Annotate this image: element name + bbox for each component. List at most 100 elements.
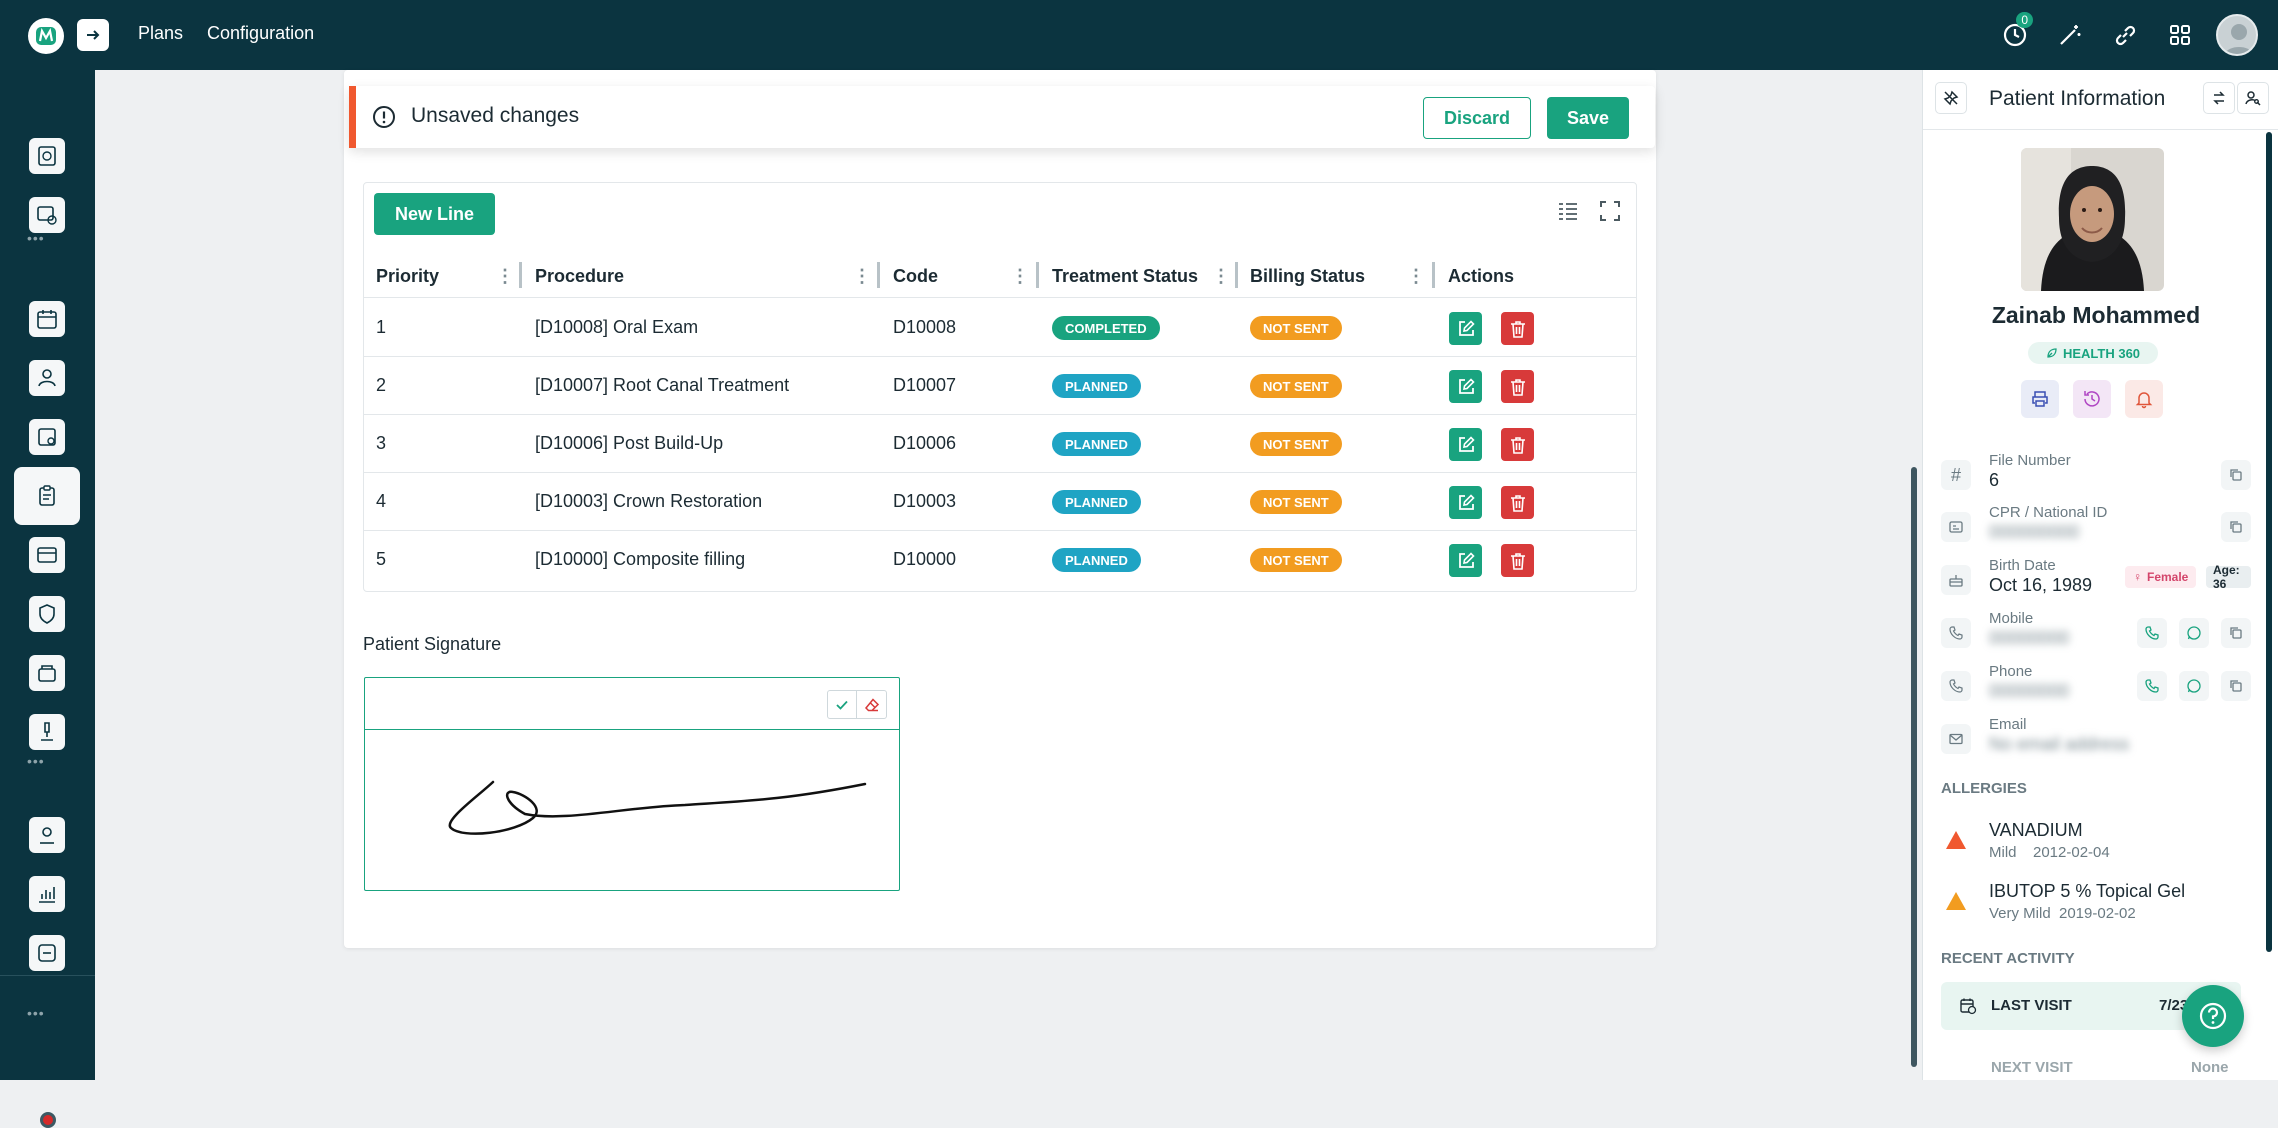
col-treatment-menu-icon[interactable]: ⋮: [1212, 266, 1230, 287]
sidebar-icon-2: [29, 197, 65, 233]
user-avatar[interactable]: [2216, 14, 2258, 56]
col-code[interactable]: Code: [893, 266, 938, 287]
birth-date-label: Birth Date: [1989, 557, 2056, 574]
nav-configuration[interactable]: Configuration: [207, 23, 314, 44]
treatment-status-badge: PLANNED: [1052, 432, 1141, 456]
switch-patient-button[interactable]: [2203, 82, 2235, 114]
call-phone-button[interactable]: [2137, 671, 2167, 701]
panel-scrollbar[interactable]: [2266, 132, 2272, 952]
panel-header: Patient Information: [1923, 70, 2278, 130]
next-visit-card[interactable]: NEXT VISIT None: [1941, 1045, 2241, 1075]
sidebar-item-4[interactable]: [14, 349, 80, 407]
history-button[interactable]: 0: [1996, 12, 2033, 58]
delete-button[interactable]: [1501, 370, 1534, 403]
col-billing-menu-icon[interactable]: ⋮: [1407, 266, 1425, 287]
save-button[interactable]: Save: [1547, 97, 1629, 139]
health-360-badge[interactable]: HEALTH 360: [2028, 342, 2158, 364]
sidebar-icon-1: [29, 138, 65, 174]
app-logo[interactable]: [28, 18, 64, 54]
female-icon: ♀: [2133, 570, 2142, 584]
top-bar: Plans Configuration 0: [0, 0, 2278, 70]
copy-icon: [2230, 680, 2242, 692]
edit-button[interactable]: [1449, 428, 1482, 461]
delete-button[interactable]: [1501, 544, 1534, 577]
sidebar-item-reports[interactable]: [14, 865, 80, 923]
edit-button[interactable]: [1449, 370, 1482, 403]
col-resize-handle[interactable]: [1235, 262, 1238, 288]
alert-button[interactable]: [2125, 380, 2163, 418]
sidebar-item-calendar[interactable]: [14, 290, 80, 348]
sidebar-group-divider: •••: [27, 230, 45, 246]
treatment-status-badge: PLANNED: [1052, 548, 1141, 572]
sidebar-item-10[interactable]: [14, 703, 80, 761]
microscope-icon: [29, 714, 65, 750]
signature-buttons: [827, 690, 887, 719]
col-resize-handle[interactable]: [519, 262, 522, 288]
col-priority-menu-icon[interactable]: ⋮: [496, 266, 514, 287]
col-billing-status[interactable]: Billing Status: [1250, 266, 1365, 287]
col-resize-handle[interactable]: [877, 262, 880, 288]
table-row: 3 [D10006] Post Build-Up D10006 PLANNED …: [364, 415, 1636, 473]
call-mobile-button[interactable]: [2137, 618, 2167, 648]
edit-button[interactable]: [1449, 312, 1482, 345]
link-button[interactable]: [2106, 12, 2143, 58]
sidebar-item-treatment-plans[interactable]: [14, 467, 80, 525]
sidebar-item-9[interactable]: [14, 644, 80, 702]
copy-file-number-button[interactable]: [2221, 460, 2251, 490]
apps-button[interactable]: [2161, 12, 2198, 58]
print-button[interactable]: [2021, 380, 2059, 418]
col-code-menu-icon[interactable]: ⋮: [1011, 266, 1029, 287]
trash-icon: [1510, 436, 1525, 454]
col-priority[interactable]: Priority: [376, 266, 439, 287]
cell-code: D10006: [893, 433, 957, 453]
copy-phone-button[interactable]: [2221, 671, 2251, 701]
trash-icon: [1510, 552, 1525, 570]
discard-button[interactable]: Discard: [1423, 97, 1531, 139]
expand-sidebar-button[interactable]: [77, 19, 109, 51]
calendar-icon: [29, 301, 65, 337]
copy-cpr-button[interactable]: [2221, 512, 2251, 542]
delete-button[interactable]: [1501, 428, 1534, 461]
density-button[interactable]: [1556, 199, 1580, 223]
sidebar-item-13[interactable]: [14, 924, 80, 982]
delete-button[interactable]: [1501, 486, 1534, 519]
edit-button[interactable]: [1449, 486, 1482, 519]
whatsapp-mobile-button[interactable]: [2179, 618, 2209, 648]
col-resize-handle[interactable]: [1432, 262, 1435, 288]
new-line-button[interactable]: New Line: [374, 193, 495, 235]
sidebar-item-11[interactable]: [14, 806, 80, 864]
history-button[interactable]: [2073, 380, 2111, 418]
allergy-date: 2019-02-02: [2059, 905, 2136, 922]
col-procedure[interactable]: Procedure: [535, 266, 624, 287]
copy-icon: [2230, 521, 2242, 533]
phone-icon: [1941, 671, 1971, 701]
help-button[interactable]: [2182, 985, 2244, 1047]
edit-button[interactable]: [1449, 544, 1482, 577]
sidebar-item-7[interactable]: [14, 526, 80, 584]
nav-plans[interactable]: Plans: [138, 23, 183, 44]
col-procedure-menu-icon[interactable]: ⋮: [853, 266, 871, 287]
page-scrollbar[interactable]: [1911, 467, 1917, 1067]
sidebar-item-5[interactable]: [14, 408, 80, 466]
allergy-item[interactable]: IBUTOP 5 % Topical Gel Very Mild 2019-02…: [1941, 881, 2251, 931]
fullscreen-button[interactable]: [1598, 199, 1622, 223]
record-indicator[interactable]: [40, 1112, 56, 1128]
col-treatment-status[interactable]: Treatment Status: [1052, 266, 1198, 287]
allergy-item[interactable]: VANADIUM Mild 2012-02-04: [1941, 820, 2251, 870]
trash-icon: [1510, 378, 1525, 396]
sidebar-item-8[interactable]: [14, 585, 80, 643]
col-resize-handle[interactable]: [1036, 262, 1039, 288]
treatment-status-badge: COMPLETED: [1052, 316, 1160, 340]
sidebar-item-2[interactable]: [14, 186, 80, 244]
unpin-panel-button[interactable]: [1935, 82, 1967, 114]
clear-signature-button[interactable]: [857, 691, 886, 718]
whatsapp-phone-button[interactable]: [2179, 671, 2209, 701]
signature-pad[interactable]: [364, 677, 900, 891]
delete-button[interactable]: [1501, 312, 1534, 345]
copy-mobile-button[interactable]: [2221, 618, 2251, 648]
sidebar-item-1[interactable]: [14, 127, 80, 185]
patient-search-button[interactable]: [2237, 82, 2269, 114]
confirm-signature-button[interactable]: [828, 691, 857, 718]
birth-date-field: Birth Date Oct 16, 1989 ♀ Female Age: 36: [1941, 557, 2251, 609]
magic-wand-button[interactable]: [2051, 12, 2088, 58]
